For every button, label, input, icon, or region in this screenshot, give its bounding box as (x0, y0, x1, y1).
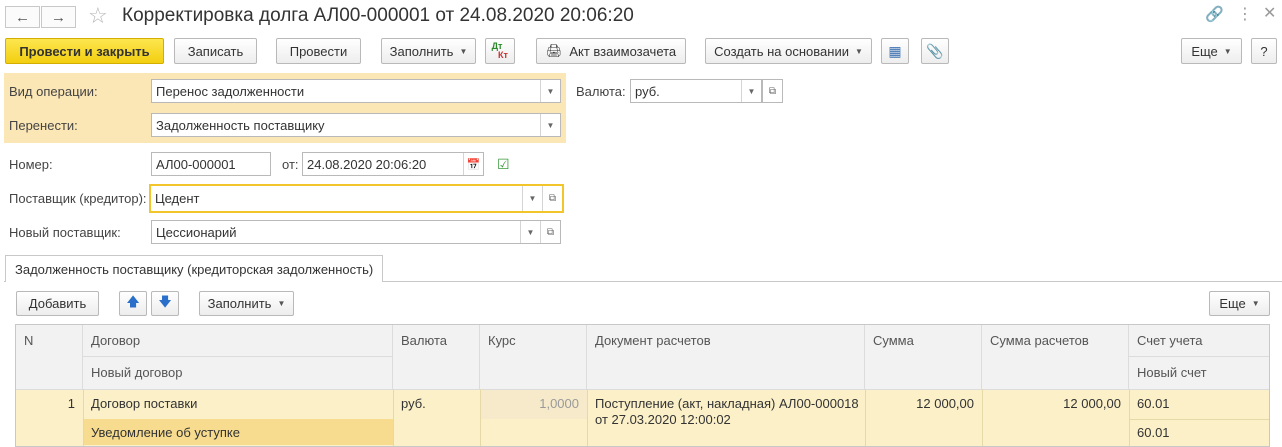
table-fill-button[interactable]: Заполнить ▼ (199, 291, 294, 316)
chevron-down-icon[interactable]: ▼ (540, 114, 560, 136)
chevron-down-icon: ▼ (1223, 46, 1232, 56)
col-header-contract[interactable]: Договор (83, 325, 393, 357)
chevron-down-icon[interactable]: ▼ (741, 80, 761, 102)
chevron-down-icon[interactable]: ▼ (520, 221, 540, 243)
open-window-icon: ⧉ (768, 85, 777, 97)
currency-cell: руб. (401, 396, 426, 411)
add-row-button[interactable]: Добавить (16, 291, 99, 316)
col-header-settlement-amount[interactable]: Сумма расчетов (982, 325, 1129, 389)
date-input[interactable]: 24.08.2020 20:06:20 📅 (302, 152, 484, 176)
structure-button[interactable]: ▦ (881, 38, 909, 64)
arrow-left-icon: ← (15, 8, 30, 26)
calendar-icon[interactable]: 📅 (463, 153, 483, 175)
settlement-amount-cell: 12 000,00 (1063, 396, 1121, 411)
date-label: от: (282, 157, 299, 172)
page-title: Корректировка долга АЛ00-000001 от 24.08… (122, 5, 634, 26)
amount-cell: 12 000,00 (916, 396, 974, 411)
supplier-select[interactable]: Цедент ▼ ⧉ (149, 184, 564, 213)
table-more-button[interactable]: Еще ▼ (1209, 291, 1270, 316)
col-header-new-contract[interactable]: Новый договор (83, 357, 393, 389)
move-down-button[interactable]: 🡇 (151, 291, 179, 316)
forward-button[interactable]: → (41, 6, 76, 28)
settlement-doc-cell-line1: Поступление (акт, накладная) АЛ00-000018 (595, 396, 859, 411)
close-icon[interactable]: ✕ (1263, 3, 1276, 23)
operation-label: Вид операции: (9, 84, 98, 99)
star-icon[interactable]: ☆ (88, 3, 108, 29)
col-header-amount[interactable]: Сумма (865, 325, 982, 389)
printer-icon: 🖨 (545, 43, 563, 58)
chevron-down-icon[interactable]: ▼ (540, 80, 560, 102)
structure-icon: ▦ (888, 42, 902, 59)
row-number: 1 (67, 396, 75, 411)
col-header-new-account[interactable]: Новый счет (1129, 357, 1269, 389)
post-and-close-button[interactable]: Провести и закрыть (5, 38, 164, 64)
chevron-down-icon: ▼ (459, 46, 468, 56)
post-button[interactable]: Провести (276, 38, 361, 64)
rate-cell: 1,0000 (539, 396, 579, 411)
col-header-currency[interactable]: Валюта (393, 325, 480, 389)
edit-check-icon[interactable]: ☑ (497, 156, 510, 173)
link-icon[interactable]: 🔗 (1205, 5, 1224, 23)
contract-cell: Договор поставки (91, 396, 198, 411)
new-supplier-select[interactable]: Цессионарий ▼ ⧉ (151, 220, 561, 244)
new-contract-cell: Уведомление об уступке (91, 425, 240, 440)
arrow-right-icon: → (51, 8, 66, 26)
chevron-down-icon[interactable]: ▼ (522, 186, 542, 211)
fill-dropdown-button[interactable]: Заполнить ▼ (381, 38, 476, 64)
tab-supplier-debt[interactable]: Задолженность поставщику (кредиторская з… (5, 255, 383, 282)
debt-table: N Договор Новый договор Валюта Курс Доку… (15, 324, 1270, 447)
more-button[interactable]: Еще ▼ (1181, 38, 1242, 64)
col-header-n[interactable]: N (16, 325, 83, 389)
create-based-on-button[interactable]: Создать на основании ▼ (705, 38, 872, 64)
chevron-down-icon: ▼ (277, 299, 286, 308)
offset-act-button[interactable]: 🖨 Акт взаимозачета (536, 38, 686, 64)
currency-label: Валюта: (576, 84, 626, 99)
supplier-label: Поставщик (кредитор): (9, 191, 147, 206)
chevron-down-icon: ▼ (854, 46, 863, 56)
transfer-label: Перенести: (9, 118, 78, 133)
more-vertical-icon[interactable]: ⋮ (1237, 4, 1253, 24)
number-input[interactable]: АЛ00-000001 (151, 152, 271, 176)
save-button[interactable]: Записать (174, 38, 257, 64)
currency-select[interactable]: руб. ▼ (630, 79, 762, 103)
col-header-account[interactable]: Счет учета (1129, 325, 1269, 357)
col-header-rate[interactable]: Курс (480, 325, 587, 389)
arrow-down-icon: 🡇 (158, 293, 172, 309)
back-button[interactable]: ← (5, 6, 40, 28)
col-header-settlement-doc[interactable]: Документ расчетов (587, 325, 865, 389)
paperclip-icon: 📎 (926, 42, 944, 59)
currency-open-button[interactable]: ⧉ (762, 79, 783, 103)
open-window-icon[interactable]: ⧉ (540, 221, 560, 243)
arrow-up-icon: 🡅 (126, 293, 140, 309)
settlement-doc-cell-line2: от 27.03.2020 12:00:02 (595, 412, 731, 427)
help-button[interactable]: ? (1251, 38, 1277, 64)
chevron-down-icon: ▼ (1251, 299, 1260, 308)
attachment-button[interactable]: 📎 (921, 38, 949, 64)
operation-select[interactable]: Перенос задолженности ▼ (151, 79, 561, 103)
open-window-icon[interactable]: ⧉ (542, 186, 562, 211)
transfer-select[interactable]: Задолженность поставщику ▼ (151, 113, 561, 137)
new-supplier-label: Новый поставщик: (9, 225, 121, 240)
account-cell: 60.01 (1137, 396, 1170, 411)
dt-kt-button[interactable]: Дт Кт (485, 38, 515, 64)
new-account-cell: 60.01 (1137, 425, 1170, 440)
move-up-button[interactable]: 🡅 (119, 291, 147, 316)
number-label: Номер: (9, 157, 53, 172)
